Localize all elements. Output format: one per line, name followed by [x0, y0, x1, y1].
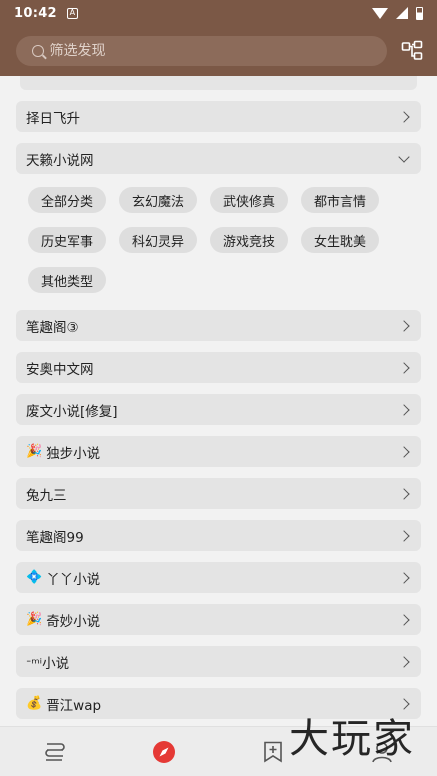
chevron-right-icon — [398, 487, 410, 500]
chevron-right-icon — [398, 110, 410, 123]
status-icons — [372, 6, 423, 20]
source-row[interactable]: 💠 丫丫小说 — [16, 562, 421, 593]
bookshelf-icon — [44, 742, 65, 761]
source-row[interactable]: 笔趣阁③ — [16, 310, 421, 341]
search-input[interactable] — [49, 43, 387, 59]
party-popper-icon: 🎉 — [26, 612, 43, 627]
money-bag-icon: 💰 — [26, 696, 43, 711]
compass-icon — [152, 740, 175, 763]
source-tree-button[interactable] — [401, 40, 423, 62]
tab-rss[interactable] — [253, 732, 293, 772]
chevron-right-icon — [398, 655, 410, 668]
bookmark-add-icon — [264, 741, 282, 762]
category-chip[interactable]: 玄幻魔法 — [119, 187, 198, 213]
tree-icon — [401, 40, 423, 60]
chevron-right-icon — [398, 529, 410, 542]
source-row[interactable]: 🎉 奇妙小说 — [16, 604, 421, 635]
chevron-right-icon — [398, 613, 410, 626]
category-chip[interactable]: 其他类型 — [28, 267, 107, 293]
tab-discover[interactable] — [144, 732, 184, 772]
source-label: 丫丫小说 — [46, 571, 101, 588]
chevron-right-icon — [398, 319, 410, 332]
tab-bookshelf[interactable] — [35, 732, 75, 772]
chevron-right-icon — [398, 571, 410, 584]
category-chips: 全部分类 玄幻魔法 武侠修真 都市言情 历史军事 科幻灵异 游戏竞技 女生耽美 … — [16, 174, 421, 293]
source-label: 兔九三 — [26, 487, 67, 504]
search-bar[interactable] — [16, 36, 387, 66]
source-row[interactable]: 笔趣阁99 — [16, 520, 421, 551]
source-row[interactable]: 择日飞升 — [16, 101, 421, 132]
chevron-right-icon — [398, 403, 410, 416]
status-time: 10:42 — [14, 5, 57, 21]
app-bar — [0, 26, 437, 76]
signal-icon — [396, 7, 408, 19]
source-label: ᐨᵐⁱ小说 — [26, 655, 70, 672]
battery-icon — [416, 6, 423, 20]
search-icon — [32, 45, 44, 57]
source-label: 废文小说[修复] — [26, 403, 118, 420]
party-popper-icon: 🎉 — [26, 444, 43, 459]
source-row[interactable]: 兔九三 — [16, 478, 421, 509]
partial-row — [20, 76, 417, 90]
source-label: 天籁小说网 — [26, 152, 94, 169]
source-label: 奇妙小说 — [46, 613, 101, 630]
status-bar: 10:42 A — [0, 0, 437, 26]
category-chip[interactable]: 历史军事 — [28, 227, 107, 253]
source-row[interactable]: ᐨᵐⁱ小说 — [16, 646, 421, 677]
source-row[interactable]: 🎉 独步小说 — [16, 436, 421, 467]
source-label: 笔趣阁99 — [26, 529, 84, 546]
category-chip[interactable]: 都市言情 — [301, 187, 380, 213]
chevron-right-icon — [398, 361, 410, 374]
category-chip[interactable]: 游戏竞技 — [210, 227, 289, 253]
source-label: 择日飞升 — [26, 110, 80, 127]
category-chip[interactable]: 女生耽美 — [301, 227, 380, 253]
diamond-icon: 💠 — [26, 570, 43, 585]
chevron-down-icon — [398, 150, 410, 163]
wifi-icon — [372, 7, 388, 19]
chevron-right-icon — [398, 445, 410, 458]
source-row-expanded[interactable]: 天籁小说网 — [16, 143, 421, 174]
discover-list[interactable]: 择日飞升 天籁小说网 全部分类 玄幻魔法 武侠修真 都市言情 历史军事 科幻灵异… — [0, 76, 437, 726]
category-chip[interactable]: 武侠修真 — [210, 187, 289, 213]
source-label: 安奥中文网 — [26, 361, 94, 378]
source-label: 独步小说 — [46, 445, 101, 462]
source-row[interactable]: 安奥中文网 — [16, 352, 421, 383]
category-chip[interactable]: 全部分类 — [28, 187, 107, 213]
source-row[interactable]: 废文小说[修复] — [16, 394, 421, 425]
notification-icon: A — [66, 7, 78, 19]
watermark: 大玩家 — [289, 716, 415, 762]
category-chip[interactable]: 科幻灵异 — [119, 227, 198, 253]
source-label: 笔趣阁③ — [26, 319, 79, 336]
